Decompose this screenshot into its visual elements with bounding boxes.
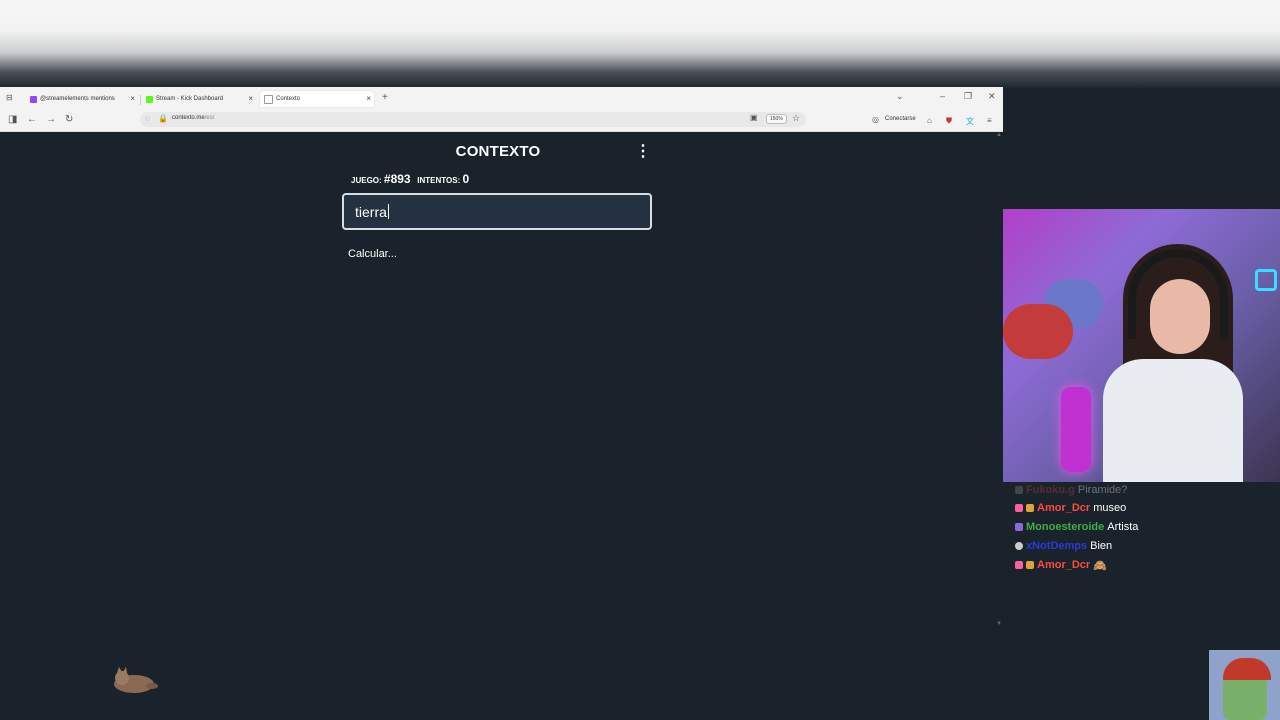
back-icon[interactable]: ← bbox=[27, 114, 37, 125]
forward-icon[interactable]: → bbox=[46, 114, 56, 125]
tab-overview-icon[interactable]: ⊟ bbox=[6, 93, 13, 102]
tab-list-icon[interactable]: ⌄ bbox=[896, 91, 904, 102]
heart-badge-icon bbox=[1015, 504, 1023, 512]
navigation-bar: ◨ ← → ↻ ◌ 🔒 contexto.me/es/ ▣ 150% ☆ ◎ C… bbox=[0, 109, 1003, 131]
webcam-overlay bbox=[1003, 209, 1280, 482]
chat-message: Amor_Dcr museo bbox=[1015, 500, 1126, 516]
tab-label: Stream - Kick Dashboard bbox=[156, 96, 224, 102]
reader-view-icon[interactable]: ▣ bbox=[750, 113, 758, 122]
headset bbox=[1128, 249, 1228, 339]
extensions-icon[interactable]: ⌂ bbox=[927, 116, 932, 125]
browser-window-chrome: ⊟ @streamelements mentions × Stream - Ki… bbox=[0, 87, 1003, 132]
plush-toy bbox=[1003, 304, 1073, 359]
guess-input[interactable]: tierra bbox=[342, 193, 652, 230]
chat-text: Bien bbox=[1090, 540, 1113, 552]
close-window-icon[interactable]: ✕ bbox=[988, 91, 996, 102]
contexto-page: CONTEXTO ⋮ JUEGO: #893 INTENTOS: 0 tierr… bbox=[0, 131, 1003, 720]
tab-bar: ⊟ @streamelements mentions × Stream - Ki… bbox=[0, 87, 1003, 109]
gift-badge-icon bbox=[1026, 561, 1034, 569]
calculating-status: Calcular... bbox=[348, 248, 397, 260]
scroll-down-arrow-icon[interactable]: ▼ bbox=[996, 621, 1002, 627]
chat-text: museo bbox=[1093, 502, 1127, 514]
chat-username: Amor_Dcr bbox=[1037, 502, 1091, 514]
tab-streamelements[interactable]: @streamelements mentions × bbox=[26, 91, 138, 107]
chat-username: Amor_Dcr bbox=[1037, 559, 1091, 571]
tab-separator bbox=[140, 95, 141, 105]
chat-username: Monoesteroide bbox=[1026, 521, 1105, 533]
streamer-shirt bbox=[1103, 359, 1243, 482]
kick-icon bbox=[146, 95, 153, 103]
url-path: /es/ bbox=[204, 115, 215, 121]
attempts-label: INTENTOS: bbox=[417, 176, 461, 185]
game-number: #893 bbox=[383, 172, 411, 186]
game-label: JUEGO: bbox=[351, 176, 382, 185]
attempts-value: 0 bbox=[462, 172, 470, 186]
chat-text: Piramide? bbox=[1077, 484, 1128, 496]
tab-contexto[interactable]: Contexto × bbox=[260, 91, 374, 107]
scroll-up-arrow-icon[interactable]: ▲ bbox=[996, 132, 1002, 138]
tab-kick-dashboard[interactable]: Stream - Kick Dashboard × bbox=[142, 91, 256, 107]
chat-text: Artista bbox=[1107, 521, 1139, 533]
url-host: contexto.me bbox=[172, 115, 205, 121]
close-tab-icon[interactable]: × bbox=[130, 94, 135, 103]
twitch-icon bbox=[30, 95, 37, 103]
neon-sign bbox=[1255, 269, 1277, 291]
skull-badge-icon bbox=[1015, 542, 1023, 550]
chat-badge-icon bbox=[1015, 486, 1023, 494]
menu-icon[interactable]: ≡ bbox=[987, 116, 992, 125]
reload-icon[interactable]: ↻ bbox=[65, 114, 73, 125]
lock-icon: 🔒 bbox=[158, 114, 168, 123]
subscriber-badge-icon bbox=[1015, 523, 1023, 531]
contexto-icon bbox=[264, 94, 273, 104]
chat-message: xNotDemps Bien bbox=[1015, 538, 1112, 554]
page-title: CONTEXTO bbox=[455, 143, 541, 160]
zombie-hair bbox=[1223, 658, 1271, 680]
guess-input-text: tierra bbox=[355, 204, 389, 220]
chat-overlay: Fukoku.g Piramide? Amor_Dcr museo Monoes… bbox=[1003, 482, 1280, 632]
chat-message: Monoesteroide Artista bbox=[1015, 519, 1138, 535]
more-options-icon[interactable]: ⋮ bbox=[635, 141, 651, 161]
chat-message: Fukoku.g Piramide? bbox=[1015, 482, 1127, 498]
zoom-level[interactable]: 150% bbox=[766, 114, 787, 124]
chat-text: 🙈 bbox=[1093, 559, 1107, 572]
guess-input-value: tierra bbox=[355, 204, 387, 220]
heart-badge-icon bbox=[1015, 561, 1023, 569]
text-caret bbox=[387, 204, 389, 219]
account-icon[interactable]: ◎ bbox=[872, 115, 879, 124]
microphone bbox=[1061, 387, 1091, 472]
new-tab-icon[interactable]: + bbox=[382, 92, 388, 103]
site-info-icon[interactable]: ◌ bbox=[145, 114, 150, 123]
sidebar-icon[interactable]: ◨ bbox=[8, 114, 17, 125]
close-tab-icon[interactable]: × bbox=[248, 94, 253, 103]
tab-label: Contexto bbox=[276, 96, 301, 102]
cat-overlay-icon bbox=[114, 667, 158, 693]
address-bar[interactable]: ◌ 🔒 contexto.me/es/ ▣ 150% ☆ bbox=[140, 112, 806, 127]
chat-message: Amor_Dcr 🙈 bbox=[1015, 557, 1107, 573]
extension-translate-icon[interactable]: 文 bbox=[966, 116, 974, 127]
close-tab-icon[interactable]: × bbox=[366, 94, 371, 103]
sign-in-button[interactable]: Conectarse bbox=[885, 116, 916, 122]
bookmark-star-icon[interactable]: ☆ bbox=[792, 113, 800, 124]
gift-badge-icon bbox=[1026, 504, 1034, 512]
url-text: contexto.me/es/ bbox=[172, 115, 214, 121]
tab-label: @streamelements mentions bbox=[40, 96, 115, 102]
chat-username: Fukoku.g bbox=[1026, 484, 1075, 496]
maximize-icon[interactable]: ❐ bbox=[964, 91, 972, 102]
game-stats: JUEGO: #893 INTENTOS: 0 bbox=[351, 172, 469, 186]
extension-ublock-icon[interactable]: ⛊ bbox=[946, 116, 952, 126]
zombie-avatar-overlay bbox=[1209, 650, 1280, 720]
chat-username: xNotDemps bbox=[1026, 540, 1088, 552]
minimize-icon[interactable]: – bbox=[940, 91, 945, 101]
desktop-background-band bbox=[0, 0, 1280, 88]
